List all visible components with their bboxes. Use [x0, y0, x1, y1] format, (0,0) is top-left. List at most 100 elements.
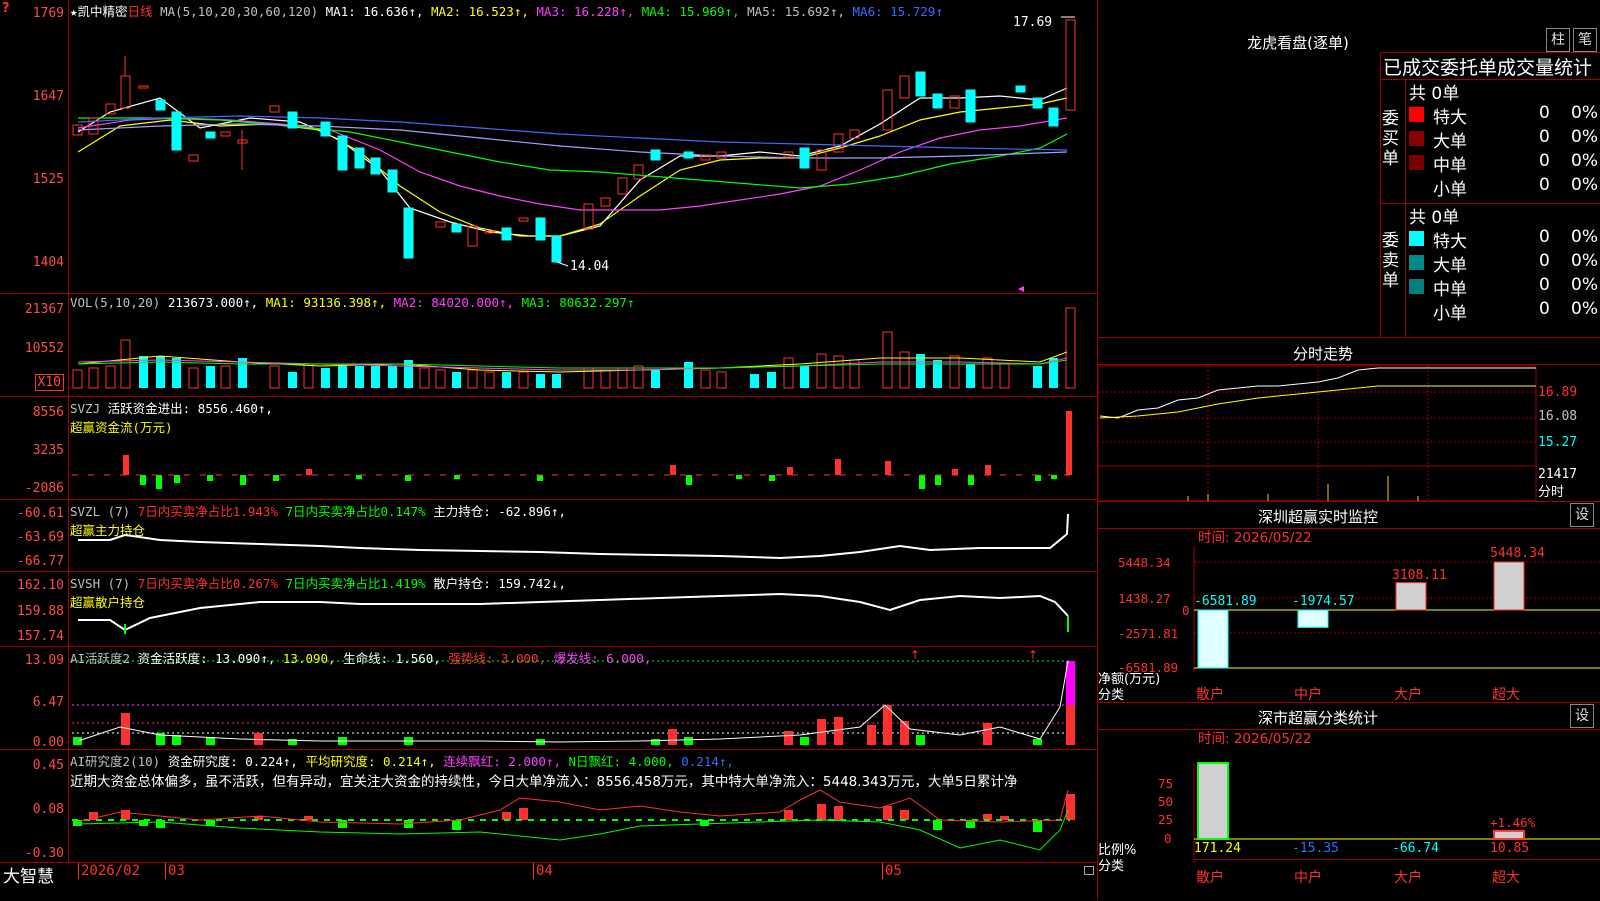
volume-bars [72, 307, 1076, 389]
date-label: 2026/02 [78, 863, 140, 879]
svzj-panel[interactable]: 8556 3235 -2086 SVZJ 活跃资金进出: 8556.460↑, … [0, 397, 1097, 500]
svsh-panel[interactable]: 162.10 159.88 157.74 SVSH (7) 7日内买卖净占比0.… [0, 572, 1097, 647]
classify-category: 中户 [1294, 870, 1322, 886]
monitor-category: 大户 [1394, 687, 1422, 703]
candlestick-chart: 17.69 14.04 [72, 15, 1076, 292]
classify-value-label: 171.24 [1194, 841, 1241, 856]
monitor-value-label: 5448.34 [1490, 546, 1545, 561]
intraday-label: 16.08 [1538, 409, 1577, 424]
candles [72, 19, 1076, 263]
buy-row-count: 0 [1539, 127, 1550, 147]
sell-row-name: 特大 [1433, 232, 1467, 252]
monitor-value-label: -1974.57 [1292, 594, 1355, 609]
sell-row-pct: 0% [1571, 275, 1598, 295]
buy-row-name: 中单 [1433, 156, 1467, 176]
dragon-table: 已成交委托单成交量统计 委买单 委卖单 共 0单 特大 0 0% 大单 0 0%… [1380, 52, 1600, 338]
high-marker: 17.69 [1013, 15, 1052, 30]
ma-lines [77, 87, 1068, 237]
date-axis: 大智慧 2026/02 03 04 05 [0, 862, 1097, 900]
monitor-category: 散户 [1196, 687, 1224, 703]
date-label: 05 [882, 863, 902, 879]
intraday-chart: 16.89 16.08 15.27 21417 分时 [1098, 365, 1577, 501]
svg-text:↑: ↑ [910, 648, 920, 662]
brand-logo: 大智慧 [3, 867, 54, 887]
right-sidebar: 龙虎看盘(逐单) 柱 笔 已成交委托单成交量统计 委买单 委卖单 共 0单 特大… [1097, 0, 1600, 900]
buy-row: 大单 0 0% [1409, 127, 1599, 152]
svzj-bars [72, 411, 1072, 489]
intraday-label: 21417 [1538, 467, 1577, 482]
intraday-label: 16.89 [1538, 385, 1577, 400]
sell-row-swatch [1409, 279, 1424, 294]
buy-row: 特大 0 0% [1409, 103, 1599, 128]
sell-row-count: 0 [1539, 275, 1550, 295]
price-panel[interactable]: 1769 1647 1525 1404 ? ★凯中精密日线 MA(5,10,20… [0, 0, 1097, 294]
intraday-panel[interactable]: 分时走势 16.89 16.08 15.27 21417 分时 [1098, 337, 1600, 501]
sell-row-count: 0 [1539, 251, 1550, 271]
classify-panel[interactable]: 深市超赢分类统计 设 时间: 2026/05/22 75 50 25 0 比例%… [1098, 702, 1600, 901]
monitor-bar [1493, 561, 1525, 611]
svzl-line [78, 513, 1069, 560]
ai-active-bars: ↑ ↑ [72, 648, 1075, 745]
monitor-bar [1297, 609, 1329, 628]
buy-row-swatch [1409, 131, 1424, 146]
classify-category: 超大 [1492, 870, 1520, 886]
sell-row-pct: 0% [1571, 299, 1598, 319]
classify-category: 散户 [1196, 870, 1224, 886]
sell-row-name: 中单 [1433, 280, 1467, 300]
sell-row: 大单 0 0% [1409, 251, 1599, 276]
classify-category: 大户 [1394, 870, 1422, 886]
monitor-value-label: 3108.11 [1392, 568, 1447, 583]
ai-research-panel[interactable]: 0.45 0.08 -0.30 AI研究度2(10) 资金研究度: 0.224↑… [0, 750, 1097, 863]
buy-row-count: 0 [1539, 103, 1550, 123]
buy-row-count: 0 [1539, 175, 1550, 195]
sell-row-count: 0 [1539, 227, 1550, 247]
monitor-value-label: -6581.89 [1194, 594, 1257, 609]
buy-row-name: 大单 [1433, 132, 1467, 152]
classify-chart [1193, 762, 1600, 863]
sell-row-name: 大单 [1433, 256, 1467, 276]
chart-area[interactable]: 1769 1647 1525 1404 ? ★凯中精密日线 MA(5,10,20… [0, 0, 1097, 900]
sell-row-swatch [1409, 255, 1424, 270]
intraday-label: 分时 [1538, 485, 1564, 500]
sell-label: 委卖单 [1382, 231, 1399, 291]
ai-active-panel[interactable]: 13.09 6.47 0.00 AI活跃度2 资金活跃度: 13.090↑, 1… [0, 647, 1097, 750]
classify-extra-label: +1.46% [1490, 815, 1536, 830]
classify-bar [1197, 762, 1229, 840]
svg-text:↑: ↑ [1028, 648, 1038, 662]
sell-row: 特大 0 0% [1409, 227, 1599, 252]
buy-row-pct: 0% [1571, 103, 1598, 123]
buy-row-name: 特大 [1433, 108, 1467, 128]
tick-view-button[interactable]: 笔 [1573, 28, 1597, 52]
monitor-category: 中户 [1294, 687, 1322, 703]
volume-panel[interactable]: 21367 10552 X10 VOL(5,10,20) 213673.000↑… [0, 294, 1097, 397]
classify-value-label: -66.74 [1392, 841, 1439, 856]
classify-value-label: -15.35 [1292, 841, 1339, 856]
lock-icon[interactable] [1084, 866, 1094, 875]
buy-row-swatch [1409, 155, 1424, 170]
dragon-tiger-panel: 龙虎看盘(逐单) 柱 笔 已成交委托单成交量统计 委买单 委卖单 共 0单 特大… [1098, 0, 1600, 338]
dragon-header: 已成交委托单成交量统计 [1383, 57, 1593, 79]
classify-bar [1493, 829, 1525, 841]
date-label: 04 [533, 863, 553, 879]
monitor-bar [1197, 609, 1229, 669]
classify-value-label: 10.85 [1490, 841, 1530, 856]
buy-row-pct: 0% [1571, 175, 1598, 195]
dragon-title: 龙虎看盘(逐单) [1247, 34, 1349, 52]
bar-view-button[interactable]: 柱 [1546, 28, 1570, 52]
ai-research-bars [72, 789, 1075, 851]
buy-row-pct: 0% [1571, 127, 1598, 147]
buy-row-swatch [1409, 107, 1424, 122]
sell-row-count: 0 [1539, 299, 1550, 319]
buy-row-count: 0 [1539, 151, 1550, 171]
buy-row-pct: 0% [1571, 151, 1598, 171]
monitor-bar [1395, 582, 1427, 611]
sell-row-swatch [1409, 231, 1424, 246]
svzl-panel[interactable]: -60.61 -63.69 -66.77 SVZL (7) 7日内买卖净占比1.… [0, 500, 1097, 572]
sell-row-pct: 0% [1571, 227, 1598, 247]
sell-row-pct: 0% [1571, 251, 1598, 271]
sell-row: 小单 0 0% [1409, 299, 1599, 324]
monitor-panel[interactable]: 深圳超赢实时监控 设 时间: 2026/05/22 5448.34 1438.2… [1098, 501, 1600, 703]
buy-row: 中单 0 0% [1409, 151, 1599, 176]
low-marker: 14.04 [570, 259, 609, 274]
buy-row: 小单 0 0% [1409, 175, 1599, 200]
